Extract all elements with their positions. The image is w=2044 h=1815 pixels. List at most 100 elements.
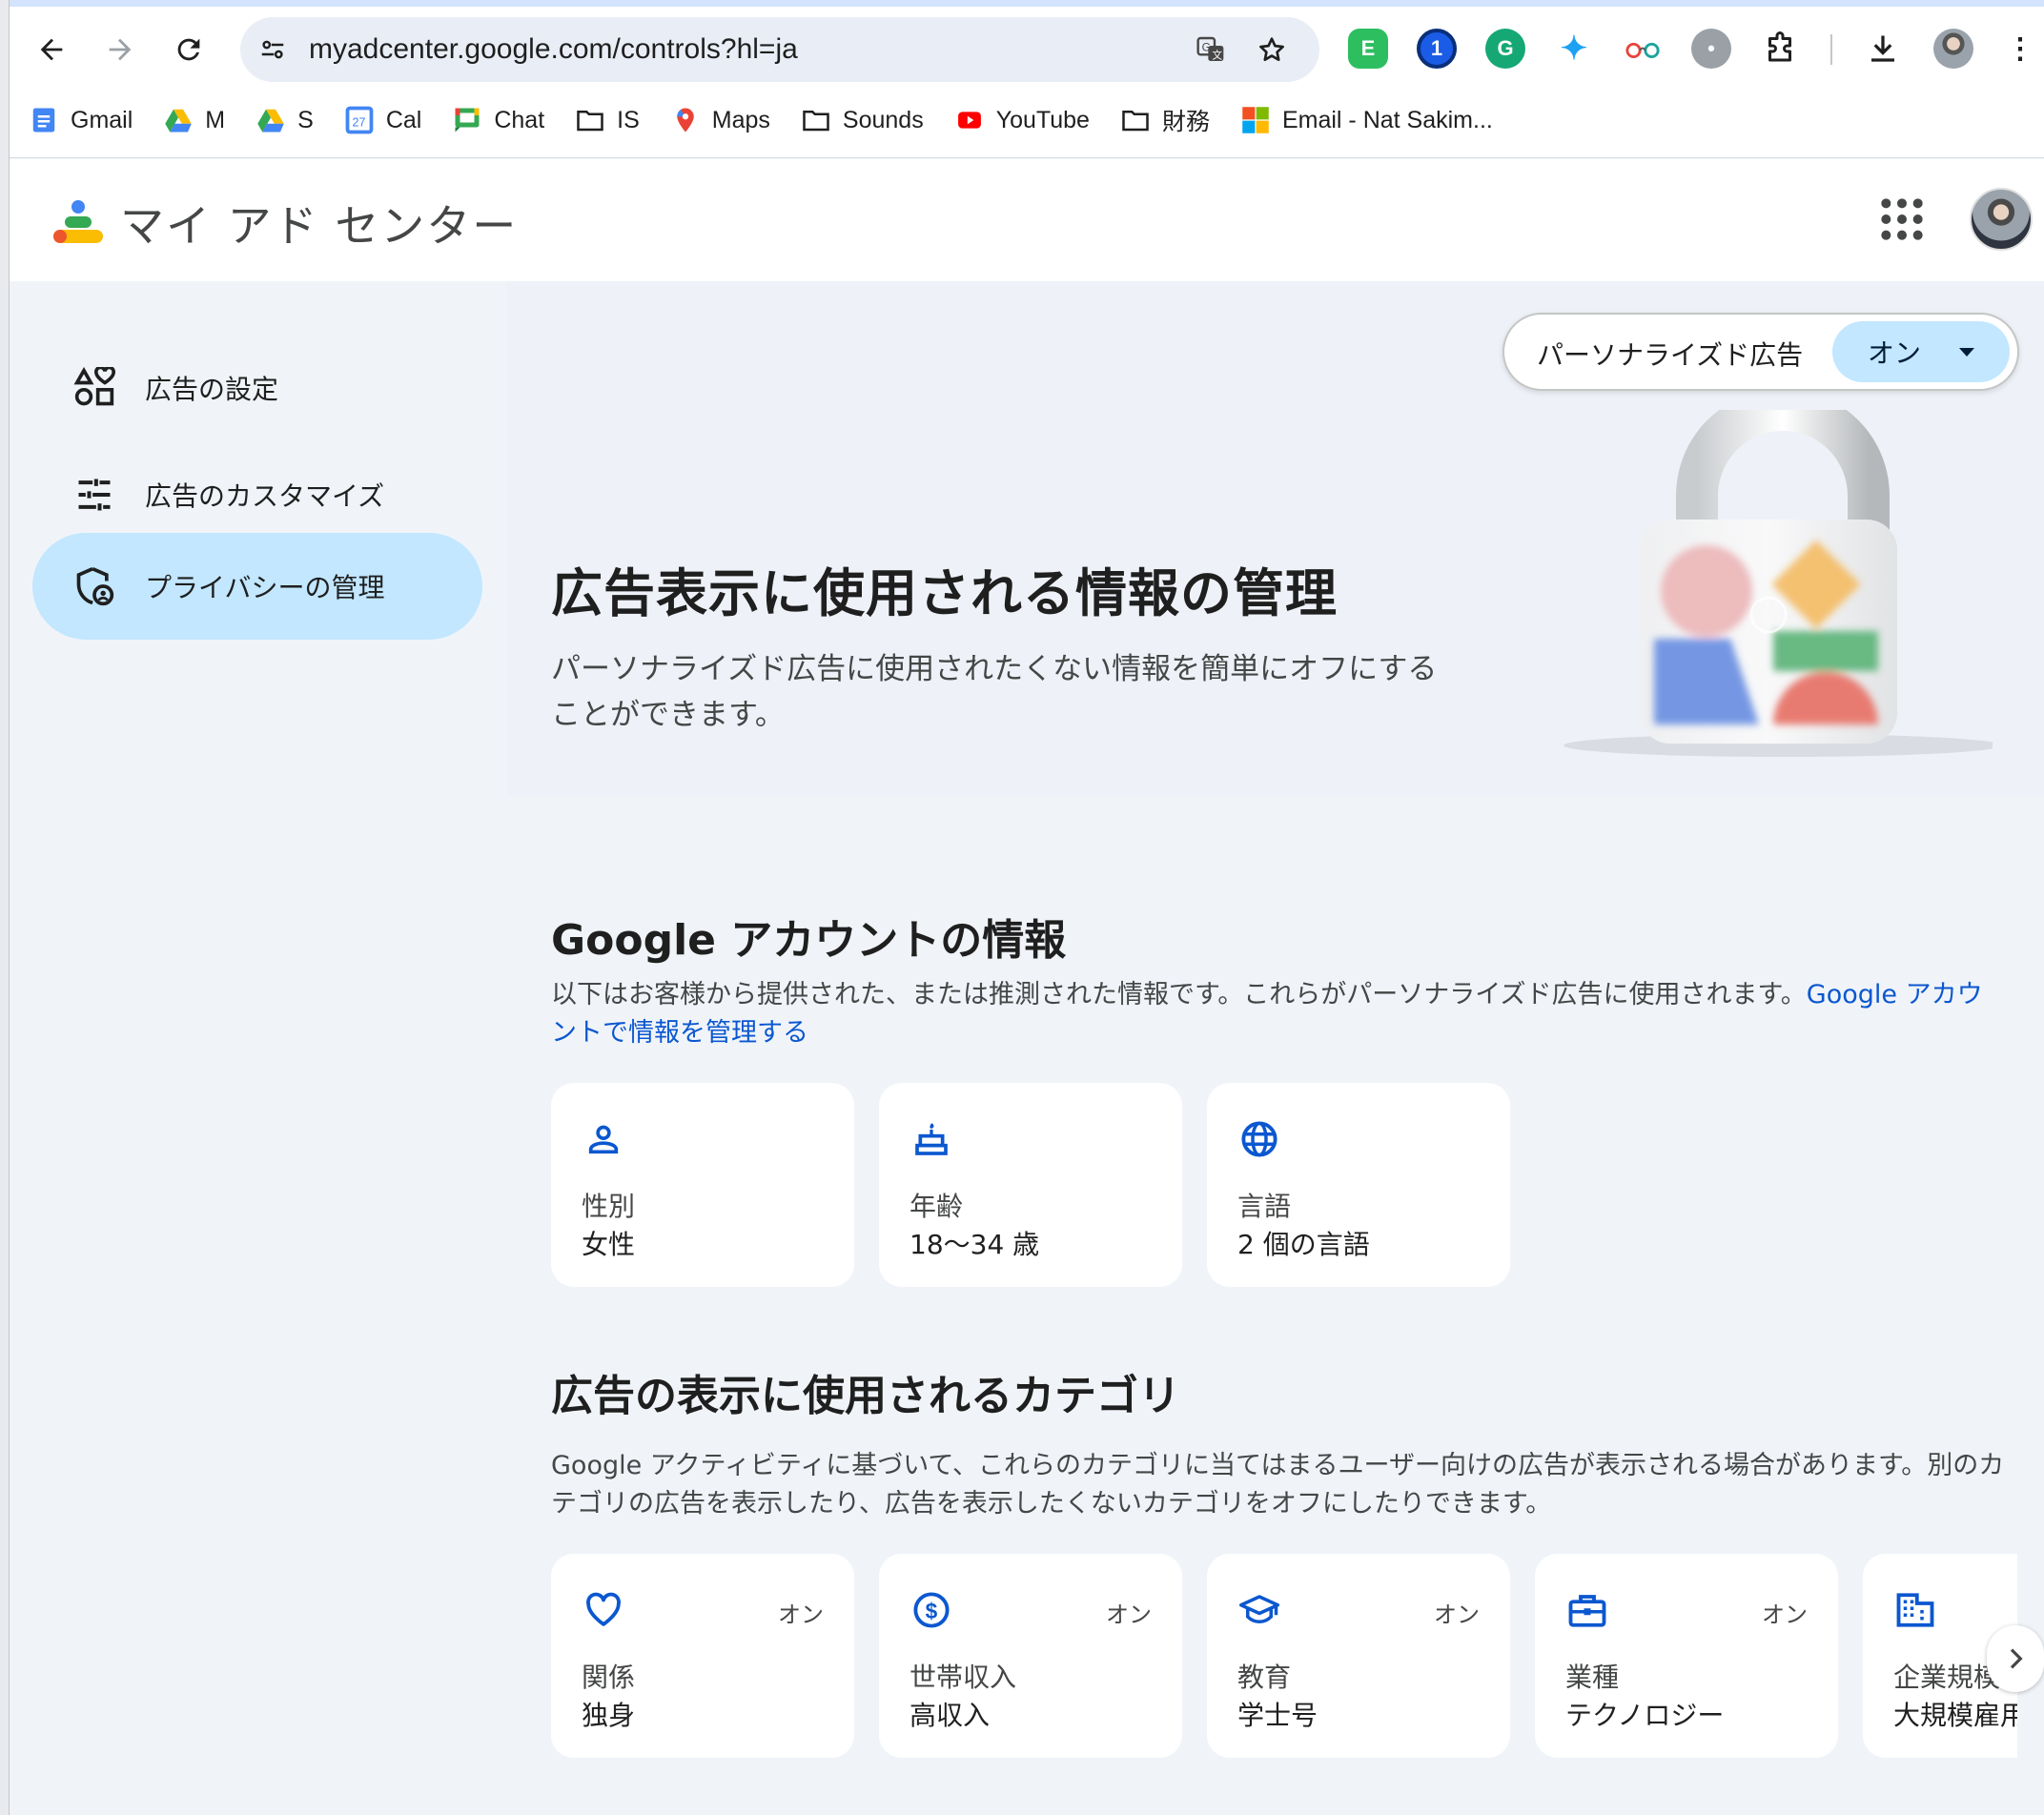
my-ad-center-logo [53, 200, 103, 243]
browser-chrome: myadcenter.google.com/controls?hl=ja G文 … [0, 0, 2044, 158]
address-bar[interactable]: myadcenter.google.com/controls?hl=ja G文 [240, 17, 1319, 82]
bookmark-label: IS [617, 106, 640, 133]
bookmark-label: M [205, 106, 226, 133]
bookmark-label: Maps [711, 106, 770, 133]
card-label: 言語 [1237, 1191, 1292, 1222]
profile-avatar-icon[interactable] [1933, 29, 1973, 69]
card-label: 性別 [582, 1191, 636, 1222]
microsoft-icon [1240, 105, 1271, 135]
forward-button[interactable] [92, 21, 149, 78]
section-description-account-info: 以下はお客様から提供された、または推測された情報です。これらがパーソナライズド広… [551, 976, 2006, 1052]
puzzle-extensions-icon[interactable] [1760, 29, 1800, 69]
arrow-left-icon [40, 38, 63, 61]
bookmark-label: Cal [385, 106, 422, 133]
maps-pin-icon [670, 105, 701, 135]
reload-icon [177, 38, 200, 61]
bookmark-youtube[interactable]: YouTube [954, 105, 1090, 135]
category-status: オン [778, 1601, 824, 1628]
back-button[interactable] [23, 21, 80, 78]
cookie-extension-icon[interactable]: • [1691, 29, 1731, 69]
window-edge [0, 0, 10, 1815]
globe-icon [1237, 1117, 1281, 1161]
app-title: マイ アド センター [120, 200, 519, 252]
chevron-right-icon [1987, 1625, 2044, 1692]
category-card-education[interactable]: オン 教育 学士号 [1207, 1554, 1510, 1758]
card-value: 独身 [582, 1700, 636, 1731]
bookmark-label: Chat [494, 106, 545, 133]
docs-icon [29, 105, 59, 135]
chat-icon [452, 105, 482, 135]
card-label: 関係 [582, 1662, 636, 1693]
cake-icon [910, 1117, 953, 1161]
drive-icon [163, 105, 194, 135]
personalized-ads-toggle: パーソナライズド広告 オン [1502, 313, 2019, 391]
privacy-shield-icon [72, 564, 116, 608]
evernote-extension-icon[interactable]: E [1348, 29, 1388, 69]
bookmark-is[interactable]: IS [575, 105, 640, 135]
sidebar-item-ad-settings[interactable]: 広告の設定 [32, 335, 482, 441]
category-card-relationship[interactable]: オン 関係 独身 [551, 1554, 854, 1758]
info-card-gender[interactable]: 性別 女性 [551, 1083, 854, 1287]
sidebar-item-privacy[interactable]: プライバシーの管理 [32, 533, 482, 640]
url-text[interactable]: myadcenter.google.com/controls?hl=ja [309, 33, 798, 66]
bookmark-cal[interactable]: 27 Cal [344, 105, 422, 135]
dollar-icon: $ [910, 1588, 953, 1632]
sidebar-item-label: 広告のカスタマイズ [145, 480, 385, 512]
bookmark-zaimu[interactable]: 財務 [1120, 103, 1210, 137]
info-card-age[interactable]: 年齢 18〜34 歳 [879, 1083, 1182, 1287]
personalized-ads-dropdown[interactable]: オン [1832, 321, 2010, 382]
card-label: 教育 [1237, 1662, 1292, 1693]
bookmark-maps[interactable]: Maps [670, 105, 770, 135]
card-label: 年齢 [910, 1191, 964, 1222]
card-value: テクノロジー [1565, 1700, 1725, 1731]
bookmark-email[interactable]: Email - Nat Sakim... [1240, 105, 1493, 135]
category-card-household-income[interactable]: $ オン 世帯収入 高収入 [879, 1554, 1182, 1758]
site-info-icon[interactable] [254, 31, 292, 69]
card-value: 女性 [582, 1229, 636, 1260]
card-value: 大規模雇用 [1893, 1700, 2017, 1731]
carousel-next-button[interactable] [1981, 1624, 2044, 1693]
building-icon [1893, 1588, 1937, 1632]
bookmark-label: Gmail [71, 106, 133, 133]
bookmark-star-icon[interactable] [1253, 31, 1291, 69]
category-status: オン [1434, 1601, 1480, 1628]
glasses-extension-icon[interactable] [1623, 29, 1663, 69]
card-label: 業種 [1565, 1662, 1620, 1693]
category-carousel: オン 関係 独身 $ オン 世帯収入 高収入 オン 教育 学士号 オン 業種 テ… [551, 1554, 2017, 1764]
bookmark-label: YouTube [995, 106, 1090, 133]
bookmark-label: Sounds [842, 106, 924, 133]
bookmark-s[interactable]: S [256, 105, 314, 135]
svg-text:$: $ [926, 1599, 938, 1623]
card-value: 18〜34 歳 [910, 1229, 1040, 1260]
folder-icon [575, 105, 605, 135]
svg-text:27: 27 [352, 115, 365, 129]
folder-icon [801, 105, 831, 135]
bookmark-chat[interactable]: Chat [452, 105, 544, 135]
more-menu-icon[interactable]: ⋮ [2000, 29, 2040, 69]
bookmark-m[interactable]: M [163, 105, 225, 135]
download-icon[interactable] [1863, 29, 1903, 69]
bookmark-gmail[interactable]: Gmail [29, 105, 133, 135]
bookmark-sounds[interactable]: Sounds [801, 105, 924, 135]
calendar-icon: 27 [344, 105, 375, 135]
translate-icon[interactable]: G文 [1192, 31, 1230, 69]
toolbar-divider [1830, 34, 1832, 65]
bird-extension-icon[interactable]: ✦ [1554, 29, 1594, 69]
section-title-account-info: Google アカウントの情報 [551, 916, 1067, 965]
page-title: 広告表示に使用される情報の管理 [551, 563, 1338, 623]
info-card-language[interactable]: 言語 2 個の言語 [1207, 1083, 1510, 1287]
toggle-value: オン [1867, 337, 1921, 369]
section-description-categories: Google アクティビティに基づいて、これらのカテゴリに当てはまるユーザー向け… [551, 1451, 2005, 1519]
grammarly-extension-icon[interactable]: G [1485, 29, 1525, 69]
svg-text:文: 文 [1212, 49, 1222, 61]
category-card-industry[interactable]: オン 業種 テクノロジー [1535, 1554, 1838, 1758]
school-icon [1237, 1588, 1281, 1632]
caret-down-icon [1959, 347, 1974, 357]
account-avatar[interactable] [1970, 188, 2033, 251]
reload-button[interactable] [160, 21, 217, 78]
password-manager-extension-icon[interactable]: 1 [1417, 29, 1457, 69]
card-value: 2 個の言語 [1237, 1229, 1370, 1260]
google-apps-icon[interactable] [1878, 195, 1926, 243]
shapes-icon [72, 366, 116, 410]
sidebar-item-label: プライバシーの管理 [145, 572, 385, 603]
